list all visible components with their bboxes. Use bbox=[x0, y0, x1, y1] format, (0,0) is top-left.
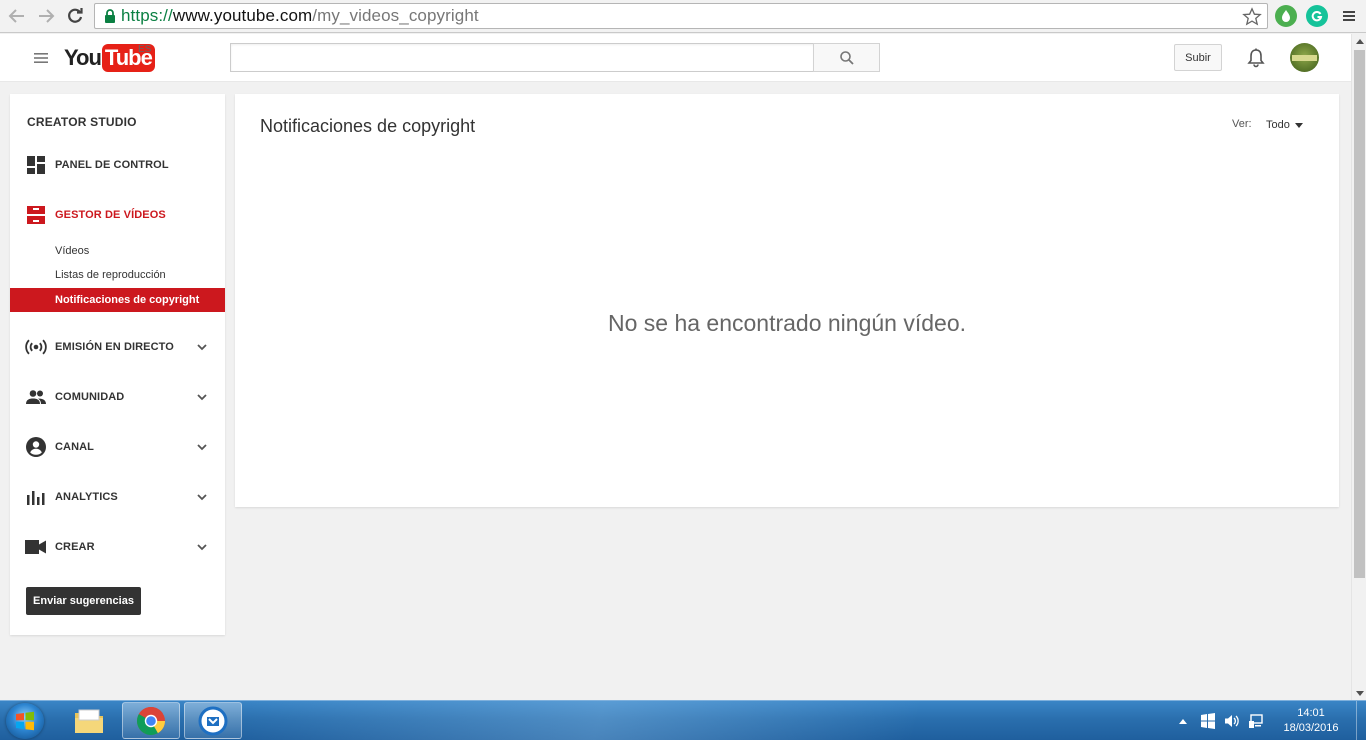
windows-start-icon[interactable] bbox=[6, 703, 44, 739]
page-scrollbar[interactable] bbox=[1351, 34, 1366, 701]
main-content-panel: Notificaciones de copyright Ver: Todo No… bbox=[235, 94, 1339, 507]
sidebar-subitem-listas[interactable]: Listas de reproducción bbox=[10, 263, 225, 287]
url-text: https://www.youtube.com/my_videos_copyri… bbox=[121, 6, 479, 25]
sidebar-item-canal[interactable]: CANAL bbox=[10, 430, 225, 464]
scroll-down-arrow-icon[interactable] bbox=[1352, 686, 1366, 701]
sidebar-item-label: EMISIÓN EN DIRECTO bbox=[55, 341, 174, 353]
create-camera-icon bbox=[25, 536, 47, 558]
sidebar-item-label: ANALYTICS bbox=[55, 491, 118, 503]
chevron-down-icon[interactable] bbox=[195, 340, 209, 354]
taskbar-clock[interactable]: 14:01 18/03/2016 bbox=[1272, 706, 1350, 736]
sidebar-item-gestor-de-videos[interactable]: GESTOR DE VÍDEOS bbox=[10, 198, 225, 232]
reload-icon[interactable] bbox=[63, 4, 87, 28]
search-input[interactable] bbox=[230, 43, 814, 72]
app-taskbar-icon[interactable] bbox=[184, 702, 242, 739]
sidebar-item-label: COMUNIDAD bbox=[55, 391, 125, 403]
creator-studio-sidebar: CREATOR STUDIO PANEL DE CONTROL GESTOR D… bbox=[10, 94, 225, 635]
view-filter-value: Todo bbox=[1266, 119, 1290, 131]
sidebar-item-label: GESTOR DE VÍDEOS bbox=[55, 209, 166, 221]
volume-icon[interactable] bbox=[1222, 701, 1242, 740]
star-icon[interactable] bbox=[1241, 6, 1263, 28]
sidebar-subitem-copyright[interactable]: Notificaciones de copyright bbox=[10, 288, 225, 312]
view-filter-label: Ver: bbox=[1232, 118, 1252, 130]
channel-icon bbox=[25, 436, 47, 458]
guide-menu-icon[interactable] bbox=[30, 48, 52, 68]
extension-grammarly-icon[interactable] bbox=[1306, 5, 1328, 27]
empty-state-message: No se ha encontrado ningún vídeo. bbox=[607, 310, 967, 336]
scrollbar-thumb[interactable] bbox=[1354, 50, 1365, 578]
scroll-up-arrow-icon[interactable] bbox=[1352, 34, 1366, 49]
chrome-menu-icon[interactable] bbox=[1338, 5, 1360, 27]
chevron-down-icon[interactable] bbox=[195, 490, 209, 504]
chevron-down-icon[interactable] bbox=[195, 390, 209, 404]
browser-toolbar: https://www.youtube.com/my_videos_copyri… bbox=[0, 0, 1366, 33]
community-icon bbox=[25, 386, 47, 408]
notifications-bell-icon[interactable] bbox=[1245, 46, 1267, 70]
lock-icon bbox=[102, 8, 118, 24]
chevron-down-icon[interactable] bbox=[195, 540, 209, 554]
logo-you-text: You bbox=[64, 45, 102, 70]
chevron-down-icon[interactable] bbox=[195, 440, 209, 454]
dashboard-icon bbox=[25, 154, 47, 176]
search-button[interactable] bbox=[813, 43, 880, 72]
dropdown-caret-icon bbox=[1294, 122, 1303, 128]
show-desktop-button[interactable] bbox=[1356, 701, 1366, 740]
chrome-taskbar-icon[interactable] bbox=[122, 702, 180, 739]
sidebar-item-emision-en-directo[interactable]: EMISIÓN EN DIRECTO bbox=[10, 330, 225, 364]
sidebar-title[interactable]: CREATOR STUDIO bbox=[27, 115, 137, 129]
sidebar-subitem-label: Notificaciones de copyright bbox=[55, 294, 200, 306]
sidebar-item-panel-de-control[interactable]: PANEL DE CONTROL bbox=[10, 148, 225, 182]
sidebar-subitem-label: Listas de reproducción bbox=[55, 269, 166, 281]
file-explorer-icon[interactable] bbox=[60, 702, 118, 739]
forward-arrow-icon[interactable] bbox=[34, 4, 58, 28]
analytics-icon bbox=[25, 486, 47, 508]
address-bar[interactable]: https://www.youtube.com/my_videos_copyri… bbox=[94, 3, 1268, 29]
show-hidden-icons-arrow-icon[interactable] bbox=[1176, 701, 1190, 740]
search-icon bbox=[839, 50, 854, 65]
extension-green-icon[interactable] bbox=[1275, 5, 1297, 27]
clock-date: 18/03/2016 bbox=[1283, 722, 1339, 734]
sidebar-item-comunidad[interactable]: COMUNIDAD bbox=[10, 380, 225, 414]
clock-time: 14:01 bbox=[1297, 707, 1325, 719]
view-filter-dropdown[interactable]: Todo bbox=[1266, 117, 1303, 133]
page-title: Notificaciones de copyright bbox=[260, 116, 476, 136]
sidebar-item-crear[interactable]: CREAR bbox=[10, 530, 225, 564]
live-broadcast-icon bbox=[25, 336, 47, 358]
sidebar-item-label: CREAR bbox=[55, 541, 95, 553]
youtube-logo[interactable]: You Tube ES bbox=[64, 43, 155, 73]
sidebar-item-label: CANAL bbox=[55, 441, 94, 453]
sidebar-subitem-videos[interactable]: Vídeos bbox=[10, 239, 225, 263]
windows-taskbar: 14:01 18/03/2016 bbox=[0, 700, 1366, 740]
back-arrow-icon[interactable] bbox=[5, 4, 29, 28]
youtube-header: You Tube ES Subir bbox=[0, 34, 1351, 82]
region-code: ES bbox=[138, 44, 152, 55]
action-center-flag-icon[interactable] bbox=[1198, 701, 1218, 740]
sidebar-item-analytics[interactable]: ANALYTICS bbox=[10, 480, 225, 514]
avatar[interactable] bbox=[1290, 43, 1319, 72]
upload-button[interactable]: Subir bbox=[1174, 44, 1222, 71]
network-icon[interactable] bbox=[1246, 701, 1266, 740]
sidebar-subitem-label: Vídeos bbox=[55, 245, 90, 257]
send-feedback-button[interactable]: Enviar sugerencias bbox=[26, 587, 141, 615]
sidebar-item-label: PANEL DE CONTROL bbox=[55, 159, 169, 171]
video-manager-icon bbox=[25, 204, 47, 226]
